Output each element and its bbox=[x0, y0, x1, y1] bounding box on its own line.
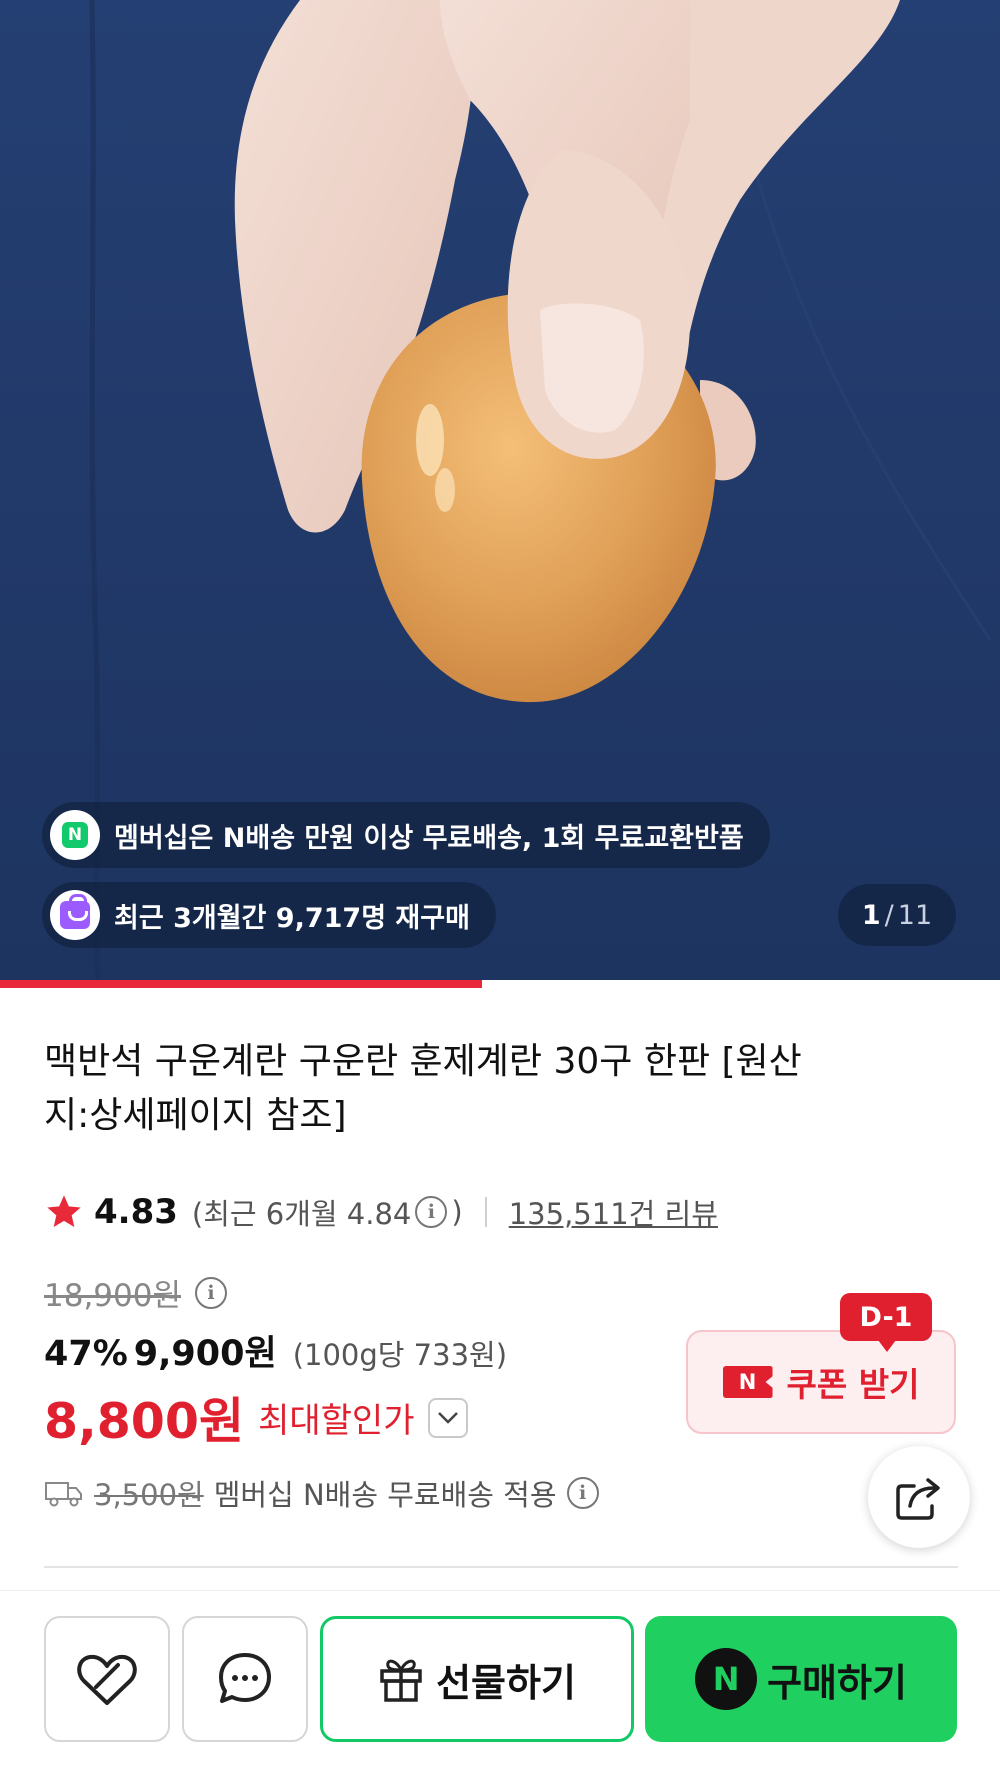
membership-badge[interactable]: N 멤버십은 N배송 만원 이상 무료배송, 1회 무료교환반품 bbox=[42, 802, 770, 868]
shopping-bag-icon bbox=[50, 890, 100, 940]
bottom-bar-divider bbox=[0, 1590, 1000, 1591]
price-info-icon[interactable]: i bbox=[195, 1276, 227, 1309]
product-image-carousel[interactable]: N 멤버십은 N배송 만원 이상 무료배송, 1회 무료교환반품 최근 3개월간… bbox=[0, 0, 1000, 988]
original-price-row: 18,900원 i bbox=[44, 1270, 227, 1315]
coupon-button[interactable]: N 쿠폰 받기 bbox=[686, 1330, 956, 1434]
chat-button[interactable] bbox=[182, 1616, 308, 1742]
carousel-progress-track bbox=[0, 980, 1000, 988]
original-price: 18,900원 bbox=[44, 1278, 181, 1314]
membership-text: 멤버십은 N배송 만원 이상 무료배송, 1회 무료교환반품 bbox=[114, 822, 744, 854]
original-shipping-fee: 3,500원 bbox=[94, 1478, 204, 1512]
dday-badge: D-1 bbox=[840, 1293, 932, 1352]
product-title: 맥반석 구운계란 구운란 훈제계란 30구 한판 [원산지:상세페이지 참조] bbox=[44, 1041, 802, 1136]
shipping-info-icon[interactable]: i bbox=[566, 1477, 599, 1509]
coupon-label: 쿠폰 받기 bbox=[786, 1365, 920, 1404]
recent-rating: (최근 6개월 4.84 i ) bbox=[192, 1191, 463, 1233]
naver-coupon-icon: N bbox=[722, 1366, 773, 1398]
truck-icon bbox=[45, 1482, 82, 1507]
shipping-row: 3,500원 멤버십 N배송 무료배송 적용 i bbox=[44, 1472, 599, 1514]
carousel-progress-fill bbox=[0, 980, 482, 988]
naver-n-icon: N bbox=[695, 1648, 758, 1710]
sale-price-row: 47% 9,900원 (100g당 733원) bbox=[44, 1325, 507, 1376]
heart-icon bbox=[77, 1654, 137, 1705]
image-counter-current: 1 bbox=[861, 899, 881, 931]
review-count-link[interactable]: 135,511건 리뷰 bbox=[509, 1191, 718, 1233]
wishlist-button[interactable] bbox=[44, 1616, 170, 1742]
image-counter: 1 / 11 bbox=[838, 884, 956, 946]
gift-label: 선물하기 bbox=[436, 1660, 576, 1705]
star-icon bbox=[47, 1195, 81, 1227]
rating-divider bbox=[484, 1197, 487, 1227]
chat-bubble-icon bbox=[219, 1653, 271, 1703]
recent-rating-close: ) bbox=[451, 1195, 463, 1229]
image-counter-separator: / bbox=[884, 899, 894, 931]
share-button[interactable] bbox=[868, 1446, 970, 1548]
n-delivery-icon: N bbox=[50, 810, 100, 860]
buy-label: 구매하기 bbox=[767, 1660, 907, 1705]
shipping-text: 멤버십 N배송 무료배송 적용 bbox=[213, 1478, 557, 1512]
rating-row: 4.83 (최근 6개월 4.84 i ) 135,511건 리뷰 bbox=[44, 1190, 718, 1234]
chevron-down-icon bbox=[438, 1411, 459, 1424]
discount-rate: 47% bbox=[44, 1334, 128, 1374]
best-price-label: 최대할인가 bbox=[258, 1401, 415, 1441]
best-price: 8,800원 bbox=[44, 1393, 245, 1450]
recent-rating-text: (최근 6개월 4.84 bbox=[191, 1197, 412, 1231]
gift-button[interactable]: 선물하기 bbox=[320, 1616, 634, 1742]
share-icon bbox=[896, 1478, 940, 1520]
section-divider bbox=[44, 1566, 958, 1568]
best-price-row: 8,800원 최대할인가 bbox=[44, 1382, 469, 1453]
buy-button[interactable]: N 구매하기 bbox=[645, 1616, 957, 1742]
info-icon[interactable]: i bbox=[415, 1196, 448, 1228]
image-counter-total: 11 bbox=[897, 899, 933, 931]
unit-price: (100g당 733원) bbox=[292, 1338, 508, 1372]
gift-icon bbox=[380, 1659, 422, 1702]
best-price-dropdown[interactable] bbox=[428, 1397, 469, 1438]
rebuy-text: 최근 3개월간 9,717명 재구매 bbox=[114, 902, 470, 934]
rebuy-badge: 최근 3개월간 9,717명 재구매 bbox=[42, 882, 496, 948]
sale-price: 9,900원 bbox=[133, 1334, 277, 1374]
rating-score: 4.83 bbox=[94, 1192, 178, 1232]
